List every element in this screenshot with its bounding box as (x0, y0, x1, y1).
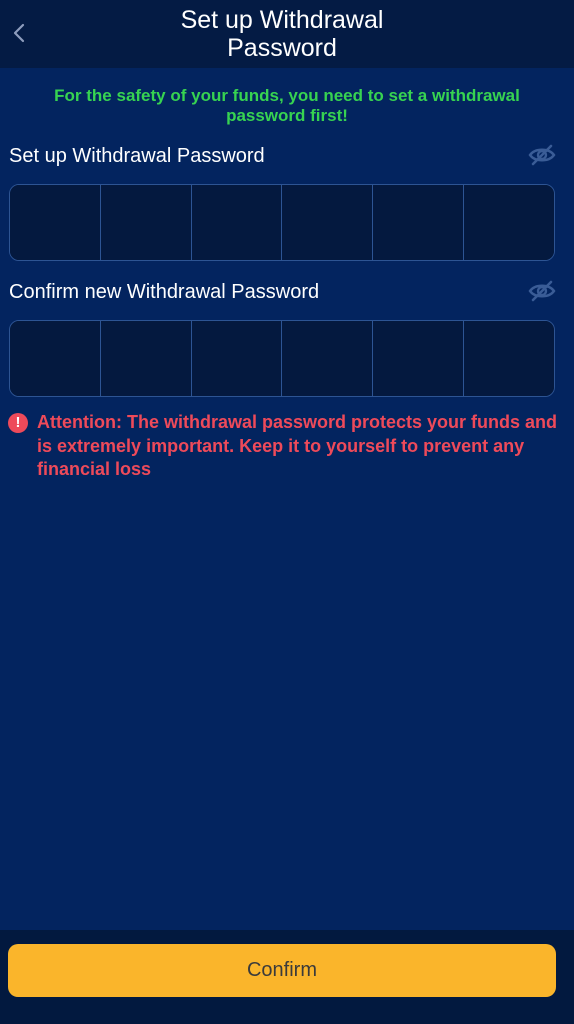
confirm-password-label: Confirm new Withdrawal Password (9, 281, 320, 303)
pin-cell[interactable] (191, 321, 283, 396)
chevron-left-icon (13, 23, 25, 43)
pin-cell[interactable] (100, 321, 192, 396)
withdrawal-password-screen: Set up Withdrawal Password For the safet… (0, 0, 574, 1024)
safety-notice: For the safety of your funds, you need t… (54, 86, 520, 125)
exclamation-circle-icon: ! (8, 413, 28, 433)
toggle-confirm-visibility[interactable] (528, 279, 556, 303)
confirm-password-input[interactable] (9, 320, 555, 397)
set-password-label: Set up Withdrawal Password (9, 145, 265, 167)
eye-off-icon (528, 280, 556, 302)
pin-cell[interactable] (282, 321, 374, 396)
set-password-input[interactable] (9, 184, 555, 261)
pin-cell[interactable] (10, 321, 101, 396)
attention-text: Attention: The withdrawal password prote… (37, 412, 558, 479)
pin-cell[interactable] (10, 185, 101, 260)
pin-cell[interactable] (373, 185, 465, 260)
pin-cell[interactable] (191, 185, 283, 260)
attention-warning: ! Attention: The withdrawal password pro… (8, 411, 558, 482)
header-bar: Set up Withdrawal Password (0, 0, 574, 68)
pin-cell[interactable] (373, 321, 465, 396)
confirm-button[interactable]: Confirm (8, 944, 556, 997)
toggle-password-visibility[interactable] (528, 143, 556, 167)
pin-cell[interactable] (100, 185, 192, 260)
pin-cell[interactable] (464, 185, 554, 260)
pin-cell[interactable] (464, 321, 554, 396)
eye-off-icon (528, 144, 556, 166)
page-title: Set up Withdrawal Password (180, 6, 384, 62)
back-button[interactable] (4, 14, 34, 52)
pin-cell[interactable] (282, 185, 374, 260)
